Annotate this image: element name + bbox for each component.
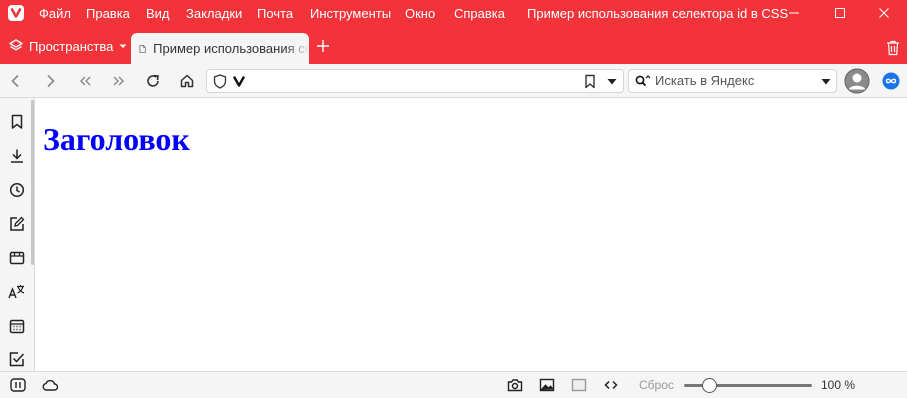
tab-bar: Пространства Пример использования селект… xyxy=(0,26,907,64)
side-panel-scrollbar[interactable] xyxy=(31,100,34,265)
vivaldi-logo-icon[interactable] xyxy=(8,5,24,21)
tab-active[interactable]: Пример использования селектора id в CSS xyxy=(131,33,309,64)
panel-bookmarks-button[interactable] xyxy=(7,112,27,132)
new-tab-button[interactable] xyxy=(316,39,330,56)
search-field[interactable] xyxy=(628,69,837,93)
reload-icon xyxy=(147,74,159,87)
panel-calendar-button[interactable] xyxy=(7,316,27,336)
page-actions-button[interactable] xyxy=(602,376,620,394)
translate-icon xyxy=(8,285,25,299)
sync-status-button[interactable] xyxy=(41,376,59,394)
shield-icon xyxy=(213,74,227,89)
page-tiling-button[interactable] xyxy=(570,376,588,394)
dropdown-arrow-icon xyxy=(607,79,617,85)
menu-bookmarks[interactable]: Закладки xyxy=(186,6,242,21)
home-button[interactable] xyxy=(177,71,197,91)
zoom-slider[interactable] xyxy=(684,378,812,393)
menu-view[interactable]: Вид xyxy=(146,6,170,21)
search-dropdown-icon xyxy=(821,79,831,85)
rewind-button[interactable] xyxy=(75,71,95,91)
menu-mail[interactable]: Почта xyxy=(257,6,293,21)
maximize-button[interactable] xyxy=(817,0,863,26)
reload-button[interactable] xyxy=(143,71,163,91)
trash-icon xyxy=(887,40,899,56)
code-icon xyxy=(604,380,618,390)
sync-button[interactable] xyxy=(882,72,900,90)
panel-translate-button[interactable] xyxy=(7,282,27,302)
url-field[interactable] xyxy=(206,69,624,93)
image-icon xyxy=(539,378,555,392)
home-icon xyxy=(180,74,194,88)
page-icon xyxy=(139,44,146,53)
checkbox-icon xyxy=(9,352,25,367)
panel-toggle-icon xyxy=(10,378,26,392)
status-bar: Сброс 100 % xyxy=(0,371,907,398)
zoom-slider-thumb[interactable] xyxy=(702,378,718,393)
trash-button[interactable] xyxy=(886,40,900,59)
spaces-label: Пространства xyxy=(29,38,114,54)
close-window-button[interactable] xyxy=(861,0,907,26)
menu-edit[interactable]: Правка xyxy=(86,6,130,21)
spaces-button[interactable]: Пространства xyxy=(8,38,128,54)
maximize-icon xyxy=(835,8,845,18)
vivaldi-v-icon xyxy=(233,76,245,87)
menu-tools[interactable]: Инструменты xyxy=(310,6,391,21)
panel-downloads-button[interactable] xyxy=(7,146,27,166)
clock-icon xyxy=(9,182,25,198)
avatar-icon xyxy=(844,68,870,94)
tiling-icon xyxy=(571,378,587,392)
panel-toggle-button[interactable] xyxy=(9,376,27,394)
chevron-left-icon xyxy=(11,74,19,88)
title-bar: Файл Правка Вид Закладки Почта Инструмен… xyxy=(0,0,907,26)
chevron-right-icon xyxy=(47,74,55,88)
menu-file[interactable]: Файл xyxy=(39,6,71,21)
fast-forward-button[interactable] xyxy=(109,71,129,91)
bookmark-icon xyxy=(11,114,23,129)
side-panel xyxy=(0,98,35,371)
zoom-level-label: 100 % xyxy=(821,378,856,392)
back-button[interactable] xyxy=(6,71,26,91)
close-icon xyxy=(879,8,889,18)
forward-button[interactable] xyxy=(40,71,60,91)
page-content: Заголовок xyxy=(36,99,907,371)
window-title: Пример использования селектора id в CSS xyxy=(527,6,789,21)
menu-window[interactable]: Окно xyxy=(405,6,435,21)
tab-title: Пример использования селектора id в CSS xyxy=(153,41,309,56)
address-bar xyxy=(0,64,907,98)
bookmark-icon xyxy=(585,74,595,89)
panel-history-button[interactable] xyxy=(7,180,27,200)
download-icon xyxy=(11,149,23,163)
layers-icon xyxy=(9,39,23,51)
menu-help[interactable]: Справка xyxy=(454,6,505,21)
zoom-reset-button[interactable]: Сброс xyxy=(639,378,674,392)
calendar-icon xyxy=(9,319,25,334)
cloud-icon xyxy=(42,380,59,391)
search-engine-icon xyxy=(635,75,651,87)
minimize-button[interactable] xyxy=(771,0,817,26)
panel-window-button[interactable] xyxy=(7,248,27,268)
plus-icon xyxy=(317,40,329,52)
notes-icon xyxy=(10,216,25,231)
panel-notes-button[interactable] xyxy=(7,214,27,234)
panel-tasks-button[interactable] xyxy=(7,349,27,369)
images-toggle-button[interactable] xyxy=(538,376,556,394)
profile-button[interactable] xyxy=(844,68,870,94)
page-heading: Заголовок xyxy=(43,121,190,157)
chevron-down-icon xyxy=(119,44,127,48)
capture-button[interactable] xyxy=(506,376,524,394)
minimize-icon xyxy=(789,12,799,14)
window-panel-icon xyxy=(9,251,25,265)
double-chevron-left-icon xyxy=(80,76,91,86)
search-input[interactable] xyxy=(655,73,815,88)
double-chevron-right-icon xyxy=(113,76,124,86)
camera-icon xyxy=(507,379,523,392)
infinity-icon xyxy=(882,72,900,90)
